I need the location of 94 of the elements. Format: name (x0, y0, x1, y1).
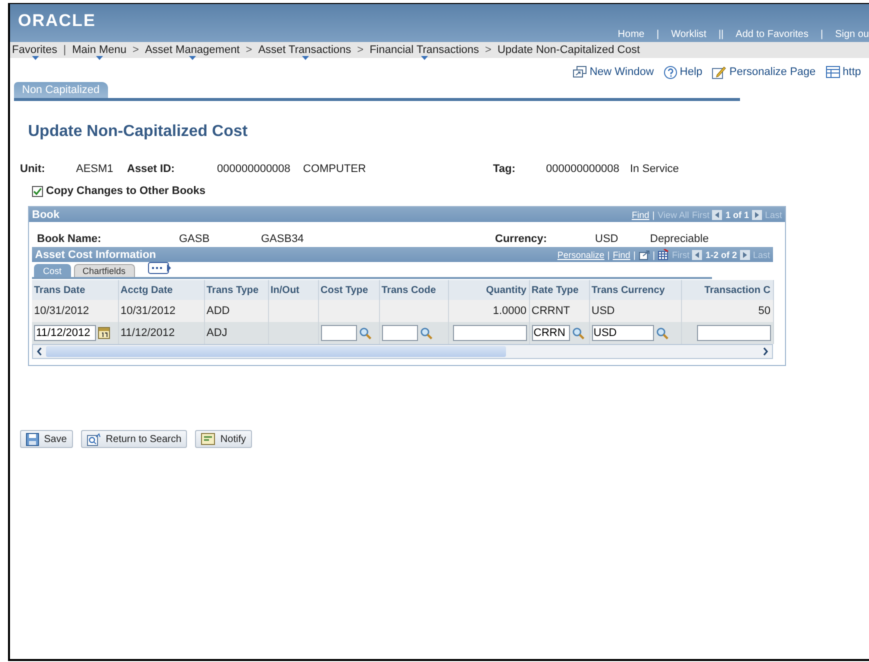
field-value: 000000000008 (217, 163, 292, 175)
search-icon[interactable] (656, 326, 668, 340)
input-field[interactable] (382, 325, 418, 341)
input-field[interactable]: USD (592, 325, 654, 341)
table-cell: USD (592, 305, 615, 317)
field-value: Depreciable (650, 233, 709, 246)
column-header[interactable]: Acctg Date (118, 280, 204, 300)
column-header[interactable]: Trans Currency (589, 280, 681, 300)
field-value: In Service (630, 163, 679, 175)
separator: | (607, 250, 610, 260)
save-button[interactable]: Save (20, 430, 73, 448)
field-value: COMPUTER (303, 163, 367, 175)
breadcrumb-item[interactable]: Favorites (12, 44, 58, 56)
input-field[interactable] (452, 325, 526, 341)
save-icon (26, 432, 39, 446)
edit-icon (712, 66, 726, 78)
column-header[interactable]: Trans Type (204, 280, 268, 300)
new-window-icon (572, 66, 587, 78)
breadcrumb-item[interactable]: Main Menu (72, 44, 127, 56)
separator: > (485, 44, 492, 56)
breadcrumb-item[interactable]: Asset Transactions (258, 44, 352, 56)
grid-title: Asset Cost Information (35, 248, 156, 260)
column-header[interactable]: Quantity (448, 280, 529, 300)
horizontal-scrollbar[interactable] (32, 344, 773, 359)
spreadsheet-icon[interactable] (658, 249, 669, 260)
previous-icon[interactable] (712, 210, 722, 220)
table-cell: ADD (206, 305, 230, 317)
search-icon (86, 432, 101, 446)
separator: | (656, 29, 660, 40)
zoom-icon[interactable] (638, 250, 650, 260)
search-icon[interactable] (358, 326, 372, 340)
search-icon[interactable] (572, 326, 584, 340)
toolbar-link[interactable]: Personalize Page (712, 64, 816, 80)
checkbox[interactable] (32, 186, 43, 196)
separator: | (652, 210, 655, 220)
column-header[interactable]: Cost Type (318, 280, 379, 300)
next-icon[interactable] (752, 210, 762, 220)
separator: > (357, 44, 364, 56)
next-icon[interactable] (740, 250, 750, 260)
table-cell: 10/31/2012 (120, 305, 176, 317)
return-to-search-button[interactable]: Return to Search (80, 430, 188, 448)
calendar-icon[interactable] (98, 327, 110, 339)
checkbox-label: Copy Changes to Other Books (46, 185, 206, 197)
table-cell: ADJ (206, 327, 228, 339)
field-value: USD (595, 233, 620, 246)
field-value: GASB34 (261, 233, 305, 246)
input-field[interactable] (696, 325, 770, 341)
table-icon (826, 66, 840, 78)
table-cell: CRRNT (532, 305, 570, 317)
notify-button[interactable]: Notify (195, 430, 252, 448)
breadcrumb-item[interactable]: Financial Transactions (370, 44, 480, 56)
toolbar-link[interactable]: http (826, 64, 861, 80)
column-header[interactable]: Transaction C (681, 280, 773, 300)
page-title: Update Non-Capitalized Cost (28, 123, 249, 141)
separator: | (633, 250, 636, 260)
breadcrumb-item[interactable]: Asset Management (144, 44, 240, 56)
table-cell: 10/31/2012 (34, 305, 90, 317)
show-all-columns-icon[interactable] (148, 262, 172, 274)
help-icon (664, 66, 677, 78)
separator: | (652, 250, 655, 260)
breadcrumb-item[interactable]: Update Non-Capitalized Cost (497, 44, 640, 56)
search-icon[interactable] (420, 326, 432, 340)
field-value: 000000000008 (546, 163, 620, 175)
oracle-logo: ORACLE (18, 11, 96, 31)
grid-tab[interactable]: Chartfields (74, 264, 135, 277)
column-header[interactable]: Trans Code (379, 280, 448, 300)
separator: || (718, 29, 724, 40)
toolbar-link[interactable]: Help (664, 64, 702, 80)
table-cell: 11/12/2012 (120, 327, 175, 339)
panel-title: Book (32, 208, 60, 220)
field-value: AESM1 (76, 163, 114, 175)
previous-icon[interactable] (692, 250, 702, 260)
row-count: 1-2 of 2 (705, 250, 737, 260)
separator: > (246, 44, 252, 56)
column-header[interactable]: Trans Date (32, 280, 118, 300)
toolbar-link[interactable]: New Window (572, 64, 654, 80)
column-header[interactable]: Rate Type (529, 280, 589, 300)
field-label: Currency: (495, 233, 548, 246)
separator: | (63, 44, 66, 56)
input-field[interactable] (320, 325, 356, 341)
input-field[interactable]: CRRN (532, 325, 570, 341)
table-cell: 50 (758, 305, 770, 317)
field-label: Book Name: (37, 233, 102, 246)
date-field[interactable]: 11/12/2012 (34, 325, 96, 341)
note-icon (201, 433, 216, 445)
row-count: 1 of 1 (725, 210, 749, 220)
separator: | (820, 29, 824, 40)
column-header[interactable]: In/Out (268, 280, 318, 300)
table-cell: 1.0000 (492, 305, 526, 317)
field-label: Unit: (20, 163, 46, 175)
field-label: Tag: (493, 163, 516, 175)
field-value: GASB (179, 233, 211, 246)
field-label: Asset ID: (127, 163, 176, 175)
separator: > (132, 44, 139, 56)
